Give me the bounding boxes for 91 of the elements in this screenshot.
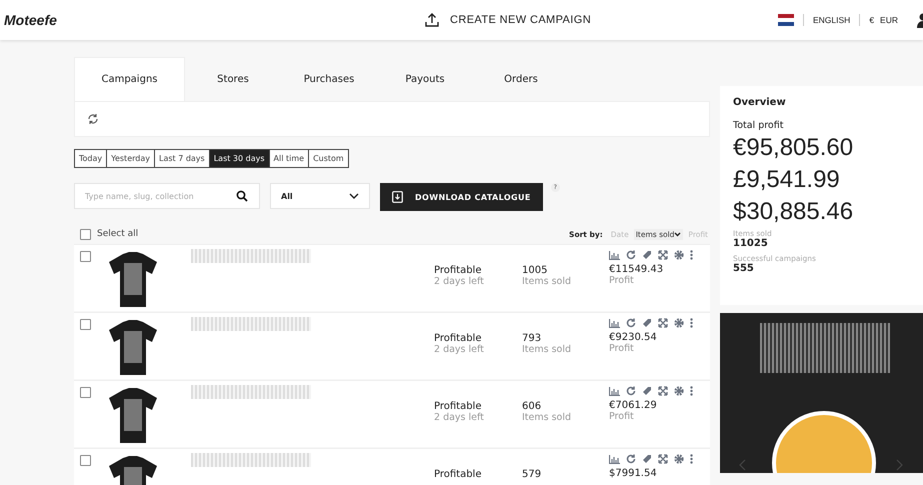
date-range-button[interactable]: Custom: [308, 149, 349, 168]
total-profit-label: Total profit: [733, 120, 784, 131]
more-icon[interactable]: [690, 386, 693, 396]
bar-chart-icon[interactable]: [609, 386, 620, 396]
profit-amount: €7061.29: [609, 400, 658, 411]
date-range-button[interactable]: All time: [268, 149, 310, 168]
status-text: Profitable: [434, 401, 482, 412]
settings-icon[interactable]: [674, 454, 684, 464]
refresh-icon[interactable]: [626, 454, 636, 464]
total-profit-amount: $30,885.46: [733, 197, 854, 227]
profit-label: Profit: [609, 275, 635, 286]
profit-label: Profit: [609, 411, 635, 422]
campaign-row[interactable]: Profitable 2 days left 606 Items sold €7061.29 Profit: [74, 380, 710, 447]
row-checkbox[interactable]: [80, 455, 91, 466]
select-all-checkbox[interactable]: [80, 228, 91, 240]
time-left-text: 2 days left: [434, 412, 484, 423]
refresh-icon[interactable]: [626, 318, 636, 328]
items-sold-count: 793: [522, 333, 542, 344]
campaign-row[interactable]: Profitable 579 $7991.54: [74, 448, 710, 485]
time-left-text: 2 days left: [434, 344, 484, 355]
search-icon: [236, 190, 248, 202]
expand-icon[interactable]: [658, 454, 668, 464]
bar-chart-icon[interactable]: [609, 454, 620, 464]
refresh-icon[interactable]: [87, 113, 99, 125]
search-field[interactable]: Type name, slug, collection: [74, 183, 260, 209]
status-text: Profitable: [434, 265, 482, 276]
refresh-icon[interactable]: [626, 386, 636, 396]
refresh-icon[interactable]: [626, 250, 636, 260]
expand-icon[interactable]: [658, 386, 668, 396]
profit-amount: €9230.54: [609, 332, 658, 343]
overview-title: Overview: [733, 97, 787, 108]
tab[interactable]: Stores: [185, 57, 281, 101]
time-left-text: 2 days left: [434, 276, 484, 287]
more-icon[interactable]: [690, 454, 693, 464]
date-range-button[interactable]: Yesterday: [106, 149, 155, 168]
tab[interactable]: Purchases: [281, 57, 377, 101]
total-profit-amount: €95,805.60: [733, 133, 854, 163]
items-sold-count: 606: [522, 401, 542, 412]
logo[interactable]: Moteefe: [4, 12, 424, 28]
row-checkbox[interactable]: [80, 387, 91, 398]
caret-icon: [674, 232, 682, 236]
create-campaign-button[interactable]: CREATE NEW CAMPAIGN: [424, 12, 592, 28]
upload-icon: [424, 12, 440, 28]
language-link[interactable]: ENGLISH: [812, 15, 850, 25]
items-sold-label: Items sold: [522, 276, 572, 287]
download-file-icon: [392, 191, 403, 203]
tag-icon[interactable]: [642, 250, 652, 260]
settings-icon[interactable]: [674, 250, 684, 260]
more-icon[interactable]: [690, 318, 693, 328]
download-catalogue-button[interactable]: DOWNLOAD CATALOGUE: [380, 183, 543, 211]
items-sold-count: 579: [522, 469, 542, 480]
tag-icon[interactable]: [642, 386, 652, 396]
select-all-label: Select all: [97, 229, 138, 239]
bar-chart-icon[interactable]: [609, 250, 620, 260]
tab[interactable]: Payouts: [377, 57, 473, 101]
tshirt-icon: [107, 319, 159, 377]
tag-icon[interactable]: [642, 318, 652, 328]
profit-label: Profit: [609, 343, 635, 354]
flag-icon[interactable]: [778, 14, 794, 26]
settings-icon[interactable]: [674, 386, 684, 396]
expand-icon[interactable]: [658, 250, 668, 260]
items-sold-label: Items sold: [522, 344, 572, 355]
date-range-button[interactable]: Last 7 days: [154, 149, 210, 168]
tshirt-icon: [107, 387, 159, 445]
profit-amount: $7991.54: [609, 468, 658, 479]
date-range-button[interactable]: Today: [74, 149, 108, 168]
expand-icon[interactable]: [658, 318, 668, 328]
user-icon[interactable]: [915, 12, 923, 28]
tshirt-icon: [107, 251, 159, 309]
total-profit-amount: £9,541.99: [733, 165, 841, 195]
profit-amount: €11549.43: [609, 264, 664, 275]
row-checkbox[interactable]: [80, 251, 91, 262]
row-checkbox[interactable]: [80, 319, 91, 330]
successful-campaigns-count: 555: [733, 263, 755, 274]
date-range-button[interactable]: Last 30 days: [208, 149, 270, 168]
tag-icon[interactable]: [642, 454, 652, 464]
more-icon[interactable]: [690, 250, 693, 260]
chevron-down-icon: [349, 193, 359, 199]
items-sold-label: Items sold: [522, 412, 572, 423]
items-sold-count: 1005: [522, 265, 548, 276]
items-sold-total: 11025: [733, 238, 769, 249]
filter-dropdown[interactable]: All: [270, 183, 370, 209]
currency-link[interactable]: € EUR: [869, 15, 898, 25]
campaign-row[interactable]: Profitable 2 days left 1005 Items sold €11549.43 Profit: [74, 244, 710, 311]
tab[interactable]: Orders: [473, 57, 569, 101]
campaign-row[interactable]: Profitable 2 days left 793 Items sold €9230.54 Profit: [74, 312, 710, 379]
settings-icon[interactable]: [674, 318, 684, 328]
status-text: Profitable: [434, 469, 482, 480]
bar-chart-icon[interactable]: [609, 318, 620, 328]
status-text: Profitable: [434, 333, 482, 344]
tab[interactable]: Campaigns: [74, 57, 185, 101]
